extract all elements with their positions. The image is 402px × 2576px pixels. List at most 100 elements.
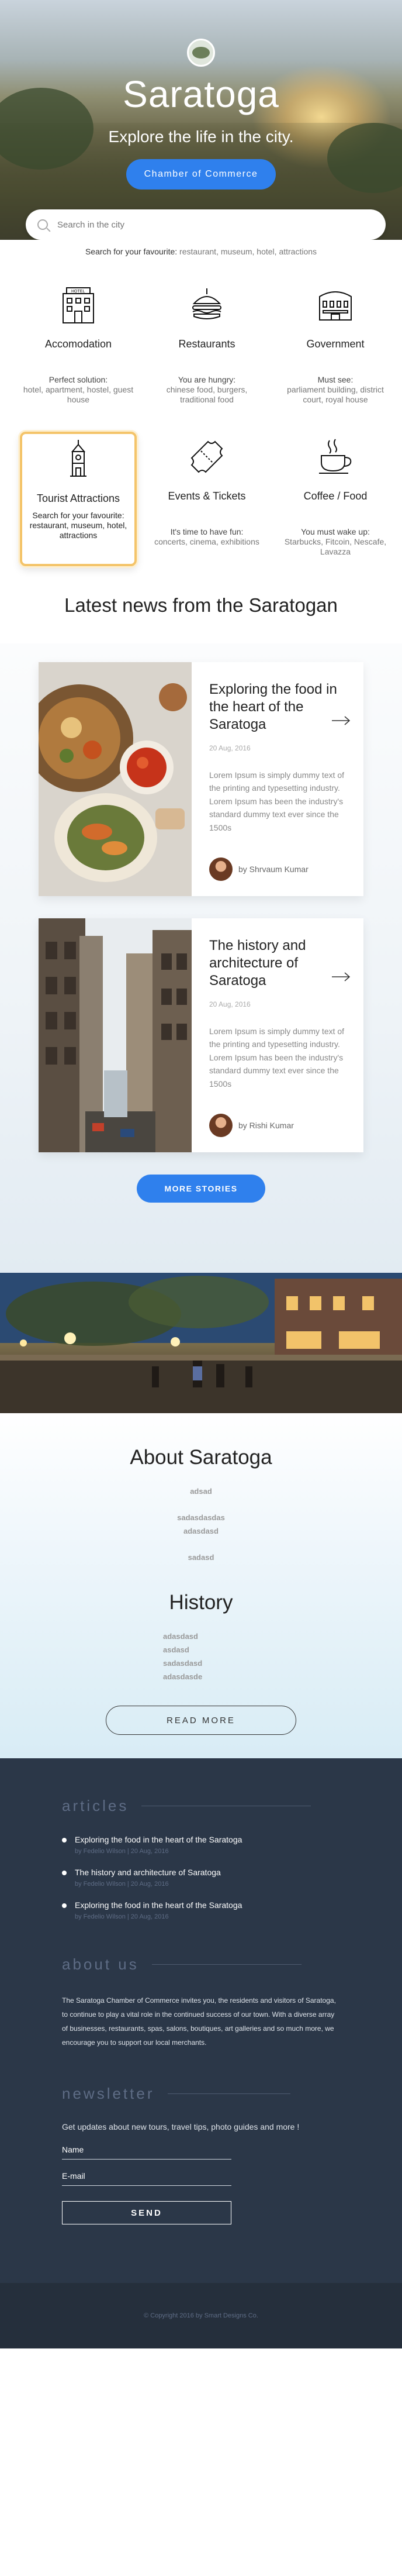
category-desc: Search for your favourite: restaurant, m…	[29, 511, 127, 540]
logo-emblem-icon	[192, 47, 210, 58]
name-field[interactable]	[62, 2145, 231, 2160]
search-hint: Search for your favourite: restaurant, m…	[0, 247, 402, 256]
news-card-author: by Shrvaum Kumar	[209, 857, 309, 881]
search-input[interactable]	[57, 219, 361, 230]
author-name: by Rishi Kumar	[238, 1121, 294, 1130]
history-line: asdasd	[163, 1645, 189, 1654]
avatar	[209, 1114, 233, 1137]
news-card-title[interactable]: The history and architecture of Saratoga	[209, 937, 344, 990]
government-building-icon	[315, 284, 356, 325]
hero-banner: Saratoga Explore the life in the city. C…	[0, 0, 402, 240]
read-more-button[interactable]: READ MORE	[106, 1706, 296, 1735]
article-link[interactable]: Exploring the food in the heart of the S…	[75, 1835, 402, 1844]
arrow-right-icon[interactable]	[332, 972, 351, 982]
email-input[interactable]	[62, 2171, 231, 2181]
history-lines: adasdasd asdasd sadasdasd adasdasde	[163, 1632, 239, 1681]
tower-icon	[58, 439, 99, 480]
city-search-bar[interactable]	[26, 209, 386, 240]
newsletter-text: Get updates about new tours, travel tips…	[62, 2122, 300, 2131]
category-title: Accomodation	[44, 338, 112, 350]
divider	[167, 2093, 290, 2094]
category-title: Events & Tickets	[168, 490, 246, 502]
category-desc: Must see: parliament building, district c…	[287, 375, 384, 404]
about-lines: adsad sadasdasdas adasdasd sadasd	[0, 1487, 402, 1562]
news-section: Exploring the food in the heart of the S…	[0, 643, 402, 1273]
list-item[interactable]: The history and architecture of Saratoga…	[62, 1868, 402, 1888]
news-card-excerpt: Lorem Ipsum is simply dummy text of the …	[209, 1027, 345, 1089]
article-link[interactable]: The history and architecture of Saratoga	[75, 1868, 402, 1877]
about-title: About Saratoga	[130, 1446, 272, 1469]
about-us-text: The Saratoga Chamber of Commerce invites…	[62, 1996, 336, 2047]
news-card-body: Exploring the food in the heart of the S…	[192, 662, 363, 896]
article-meta: by Fedelio Wilson | 20 Aug, 2016	[75, 1913, 169, 1920]
send-button[interactable]: SEND	[62, 2201, 231, 2225]
copyright-bar: © Copyright 2016 by Smart Designs Co.	[0, 2283, 402, 2349]
history-line: sadasdasd	[163, 1659, 203, 1668]
about-line: sadasdasdas	[177, 1513, 225, 1522]
news-card[interactable]: The history and architecture of Saratoga…	[39, 918, 363, 1152]
news-card-date: 20 Aug, 2016	[209, 1000, 251, 1008]
about-section: About Saratoga adsad sadasdasdas adasdas…	[0, 1413, 402, 1758]
category-government[interactable]: Government Must see: parliament building,…	[277, 280, 394, 414]
name-input[interactable]	[62, 2145, 231, 2155]
section-title: newsletter	[62, 2085, 155, 2102]
list-item[interactable]: Exploring the food in the heart of the S…	[62, 1900, 402, 1920]
street-photo	[0, 1273, 402, 1413]
author-name: by Shrvaum Kumar	[238, 865, 309, 874]
list-item[interactable]: Exploring the food in the heart of the S…	[62, 1835, 402, 1855]
section-title: about us	[62, 1955, 139, 1973]
about-line: sadasd	[188, 1553, 214, 1562]
category-restaurants[interactable]: Restaurants You are hungry: chinese food,…	[148, 280, 265, 414]
svg-text:HOTEL: HOTEL	[71, 290, 85, 294]
news-card-date: 20 Aug, 2016	[209, 744, 251, 752]
category-grid: HOTEL Accomodation Perfect solution: hote…	[0, 256, 402, 566]
article-link[interactable]: Exploring the food in the heart of the S…	[75, 1900, 402, 1910]
history-line: adasdasde	[163, 1672, 203, 1681]
ticket-icon	[186, 436, 227, 477]
footer-articles-heading: articles	[0, 1797, 402, 1815]
burger-icon	[186, 284, 227, 325]
food-photo	[39, 662, 192, 896]
article-meta: by Fedelio Wilson | 20 Aug, 2016	[75, 1848, 169, 1855]
history-line: adasdasd	[163, 1632, 198, 1641]
news-card[interactable]: Exploring the food in the heart of the S…	[39, 662, 363, 896]
about-line: adasdasd	[183, 1527, 219, 1535]
news-card-author: by Rishi Kumar	[209, 1114, 294, 1137]
news-card-excerpt: Lorem Ipsum is simply dummy text of the …	[209, 770, 345, 832]
more-stories-button[interactable]: MORE STORIES	[137, 1175, 265, 1203]
email-field[interactable]	[62, 2171, 231, 2186]
copyright-text: © Copyright 2016 by Smart Designs Co.	[144, 2312, 258, 2320]
search-icon	[37, 219, 48, 230]
arrow-right-icon[interactable]	[332, 716, 351, 725]
article-meta: by Fedelio Wilson | 20 Aug, 2016	[75, 1881, 169, 1888]
hero-title: Saratoga	[123, 73, 279, 115]
category-coffee-food[interactable]: Coffee / Food You must wake up: Starbucks…	[277, 432, 394, 566]
category-title: Coffee / Food	[303, 490, 368, 502]
category-desc: You must wake up: Starbucks, Fitcoin, Nes…	[284, 527, 387, 556]
divider	[151, 1964, 302, 1965]
hero-subtitle: Explore the life in the city.	[108, 128, 294, 146]
news-card-title[interactable]: Exploring the food in the heart of the S…	[209, 681, 344, 733]
section-title: articles	[62, 1797, 129, 1814]
category-title: Restaurants	[178, 338, 235, 350]
footer: articles Exploring the food in the heart…	[0, 1758, 402, 2349]
footer-articles-list: Exploring the food in the heart of the S…	[0, 1835, 402, 1920]
coffee-cup-icon	[315, 436, 356, 477]
category-desc: It's time to have fun: concerts, cinema, …	[154, 527, 259, 546]
hotel-icon: HOTEL	[58, 284, 99, 325]
about-line: adsad	[190, 1487, 212, 1496]
category-desc: Perfect solution: hotel, apartment, hoste…	[23, 375, 134, 404]
category-title: Government	[306, 338, 365, 350]
chamber-logo[interactable]	[187, 39, 215, 67]
category-title: Tourist Attractions	[36, 493, 120, 504]
category-tourist-attractions[interactable]: Tourist Attractions Search for your favo…	[20, 432, 137, 566]
category-accomodation[interactable]: HOTEL Accomodation Perfect solution: hote…	[20, 280, 137, 414]
news-heading: Latest news from the Saratogan	[64, 594, 338, 616]
chamber-of-commerce-button[interactable]: Chamber of Commerce	[126, 159, 276, 190]
search-hint-options: restaurant, museum, hotel, attractions	[179, 247, 317, 256]
history-title: History	[169, 1591, 233, 1614]
category-events-tickets[interactable]: Events & Tickets It's time to have fun: c…	[148, 432, 265, 566]
footer-newsletter-heading: newsletter	[0, 2085, 402, 2103]
architecture-photo	[39, 918, 192, 1152]
category-desc: You are hungry: chinese food, burgers, tr…	[166, 375, 248, 404]
